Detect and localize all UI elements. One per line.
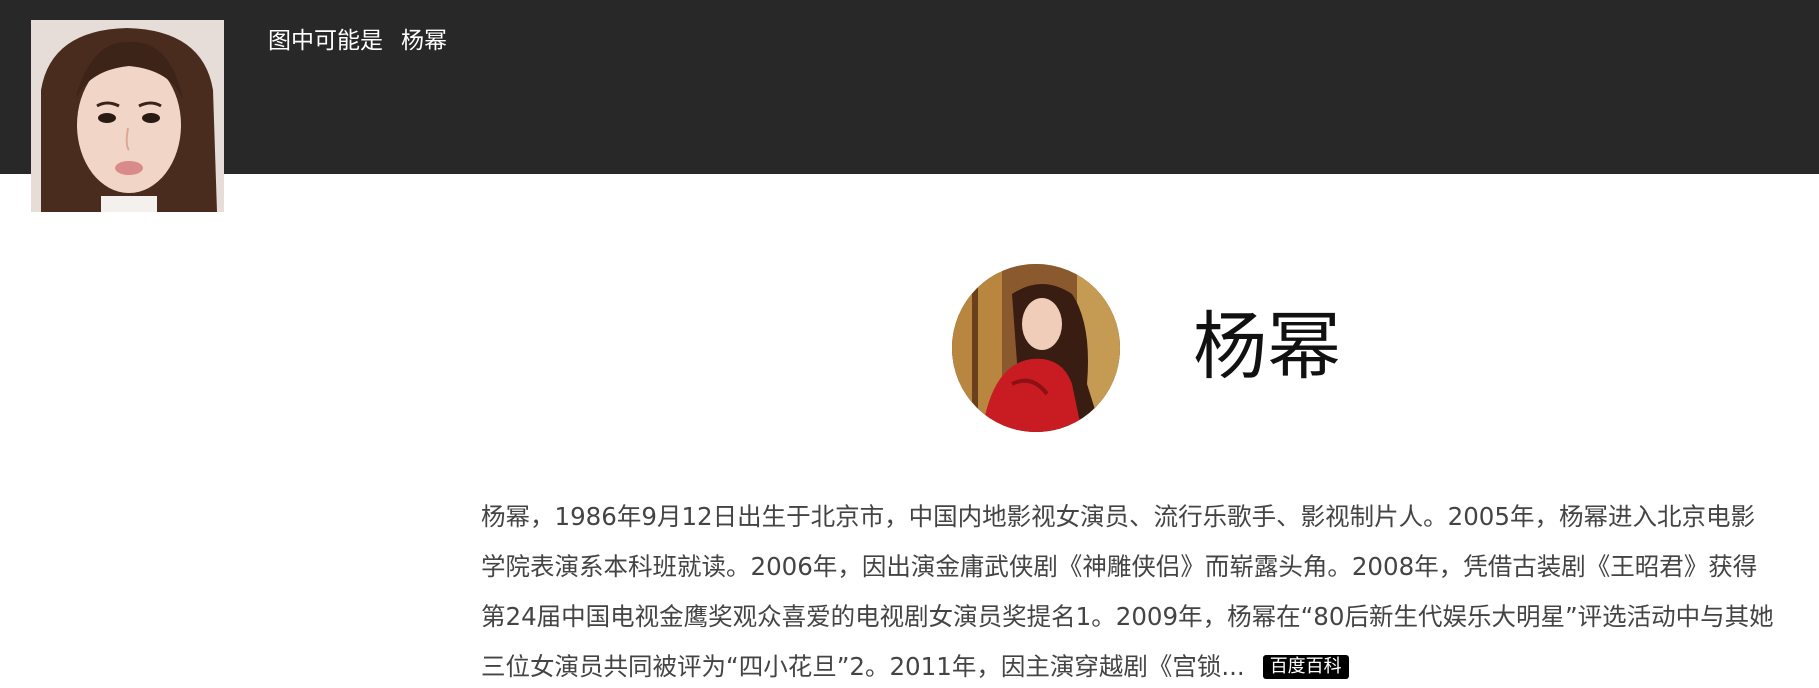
baike-source-link[interactable]: 百度百科 — [1262, 655, 1349, 679]
header-bar: 图中可能是 杨幂 — [0, 0, 1819, 174]
portrait-photo-icon — [31, 20, 224, 212]
caption-name: 杨幂 — [401, 28, 447, 54]
query-image-thumbnail[interactable] — [31, 20, 224, 212]
description-line-text: 三位女演员共同被评为“四小花旦”2。2011年，因主演穿越剧《宫锁... — [481, 652, 1245, 681]
celebrity-avatar[interactable] — [952, 264, 1120, 432]
description-line: 杨幂，1986年9月12日出生于北京市，中国内地影视女演员、流行乐歌手、影视制片… — [481, 502, 1755, 531]
description-line-last: 三位女演员共同被评为“四小花旦”2。2011年，因主演穿越剧《宫锁... 百度百科 — [481, 642, 1801, 688]
description-line: 学院表演系本科班就读。2006年，因出演金庸武侠剧《神雕侠侣》而崭露头角。200… — [481, 552, 1758, 581]
entity-name: 杨幂 — [1193, 304, 1341, 390]
description-line: 第24届中国电视金鹰奖观众喜爱的电视剧女演员奖提名1。2009年，杨幂在“80后… — [481, 602, 1774, 631]
recognition-caption: 图中可能是 杨幂 — [268, 26, 447, 56]
caption-prefix: 图中可能是 — [268, 28, 383, 54]
entity-description: 杨幂，1986年9月12日出生于北京市，中国内地影视女演员、流行乐歌手、影视制片… — [481, 492, 1801, 688]
avatar-photo-icon — [952, 264, 1120, 432]
result-page: 图中可能是 杨幂 杨幂 杨幂，1986年9月12日出生于北京市，中国内地影视女演… — [0, 0, 1819, 688]
